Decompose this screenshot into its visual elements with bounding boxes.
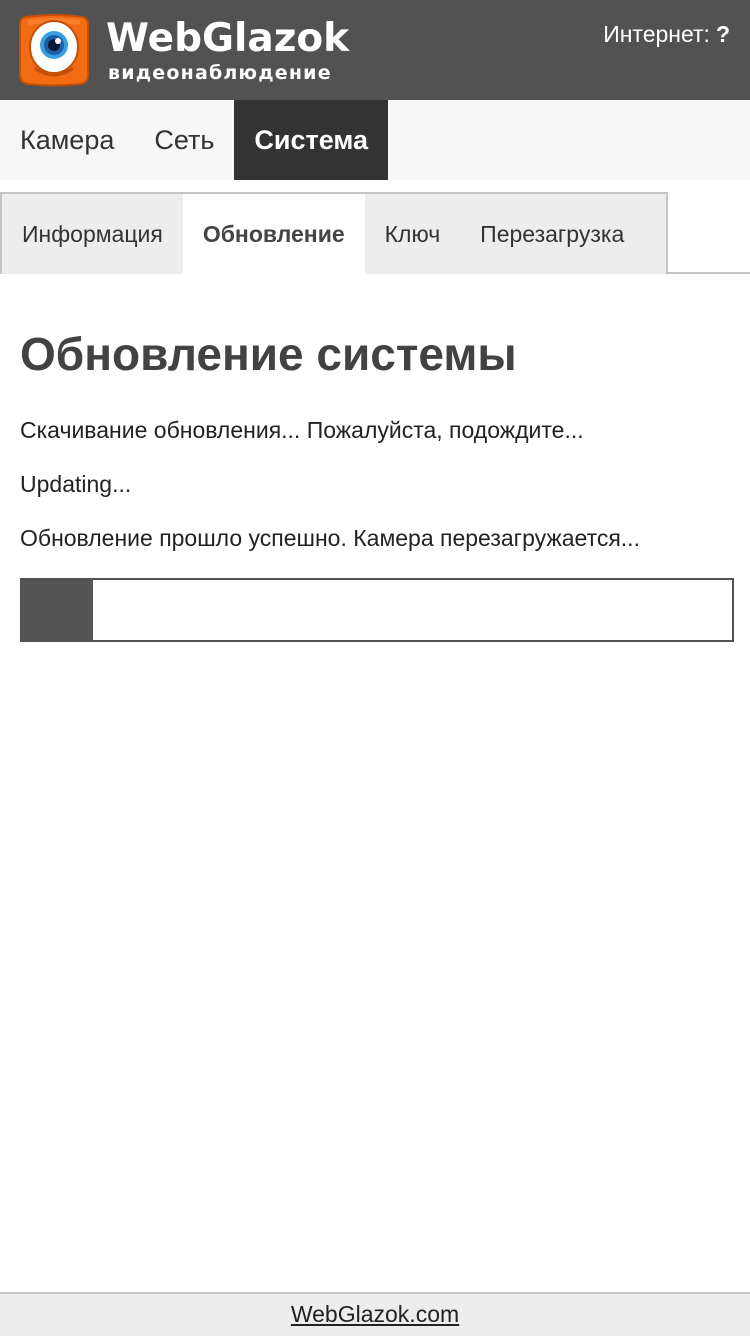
internet-status-label: Интернет:	[603, 21, 710, 47]
status-message-updating: Updating...	[20, 471, 132, 497]
footer: WebGlazok.com	[0, 1292, 750, 1336]
update-progress-bar	[20, 578, 734, 642]
main-nav: Камера Сеть Система	[0, 100, 750, 180]
app-header: WebGlazok видеонаблюдение Интернет:?	[0, 0, 750, 100]
progress-bar-fill	[22, 580, 93, 640]
status-message-downloading: Скачивание обновления... Пожалуйста, под…	[20, 417, 584, 443]
status-message-success: Обновление прошло успешно. Камера переза…	[20, 525, 640, 551]
brand-name: WebGlazok	[106, 16, 350, 61]
tab-update[interactable]: Обновление	[182, 194, 365, 276]
internet-status: Интернет:?	[603, 20, 730, 48]
webglazok-eye-logo-icon[interactable]	[18, 11, 90, 87]
internet-status-value[interactable]: ?	[716, 21, 730, 47]
nav-item-network[interactable]: Сеть	[134, 100, 234, 180]
footer-site-link[interactable]: WebGlazok.com	[291, 1301, 459, 1327]
tab-key[interactable]: Ключ	[365, 194, 461, 274]
tab-information[interactable]: Информация	[2, 194, 183, 274]
nav-item-camera[interactable]: Камера	[0, 100, 134, 180]
sub-tabs: Информация Обновление Ключ Перезагрузка	[0, 192, 668, 276]
page-title: Обновление системы	[20, 328, 517, 380]
brand-subtitle: видеонаблюдение	[108, 62, 332, 84]
tab-reboot[interactable]: Перезагрузка	[460, 194, 644, 274]
nav-item-system[interactable]: Система	[234, 100, 389, 180]
